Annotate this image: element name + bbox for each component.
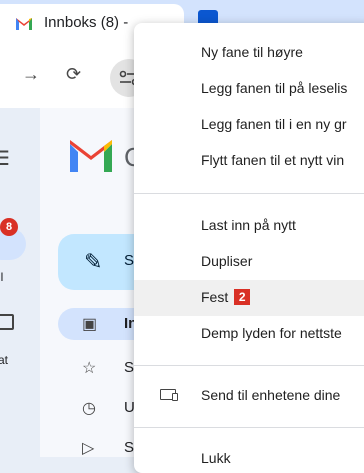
arrow-right-icon[interactable]: → [22,64,40,85]
tab-title: Innboks (8) - [44,14,129,31]
inbox-icon: ▣ [82,316,98,333]
menu-item-duplicate[interactable]: Dupliser [134,244,364,280]
clock-icon[interactable]: ◷ [82,398,96,418]
menu-item-label: Flytt fanen til et nytt vin [201,152,345,168]
pencil-icon: ✎ [84,249,103,274]
devices-icon-phone [172,393,178,401]
menu-item-label: Fest [201,289,229,305]
menu-item-mute-site[interactable]: Demp lyden for nettste [134,316,364,352]
menu-item-new-tab-right[interactable]: Ny fane til høyre [134,35,364,71]
menu-item-label: Demp lyden for nettste [201,325,342,341]
unread-badge: 8 [0,218,18,236]
menu-item-move-to-new-window[interactable]: Flytt fanen til et nytt vin [134,143,364,179]
menu-item-send-to-devices[interactable]: Send til enhetene dine [134,378,364,414]
menu-separator [134,365,364,366]
menu-separator [134,193,364,194]
reload-icon[interactable]: ⟳ [66,64,81,85]
menu-item-label: Send til enhetene dine [201,387,341,403]
star-icon[interactable]: ☆ [82,358,96,378]
compose-label: S [124,252,135,269]
menu-item-label: Lukk [201,450,231,466]
menu-item-label: Ny fane til høyre [201,44,303,60]
menu-item-label-wrap: Fest 2 [201,289,251,305]
gmail-logo-icon [70,140,112,172]
menu-item-label: Legg fanen til på leselis [201,80,348,96]
menu-item-reload[interactable]: Last inn på nytt [134,208,364,244]
menu-item-label: Last inn på nytt [201,217,296,233]
step-badge: 2 [234,289,251,305]
menu-item-label: Dupliser [201,253,253,269]
gmail-rail: ☰ 8 il at [0,108,40,457]
sidebar-item-label[interactable]: S [124,439,134,456]
menu-item-label: Legg fanen til i en ny gr [201,116,347,132]
sidebar-item-label[interactable]: S [124,359,134,376]
gmail-favicon-icon [16,18,32,30]
menu-item-pin[interactable]: Fest 2 [134,280,364,316]
menu-separator [134,427,364,428]
menu-item-add-to-new-group[interactable]: Legg fanen til i en ny gr [134,107,364,143]
tab-context-menu: Ny fane til høyre Legg fanen til på lese… [134,23,364,473]
chat-icon[interactable] [0,314,14,330]
menu-item-close[interactable]: Lukk [134,441,364,473]
menu-icon[interactable]: ☰ [0,146,10,171]
rail-chat-label: at [0,353,9,367]
rail-mail-label: il [0,270,4,284]
menu-item-add-to-reading-list[interactable]: Legg fanen til på leselis [134,71,364,107]
send-icon[interactable]: ▷ [82,438,94,458]
